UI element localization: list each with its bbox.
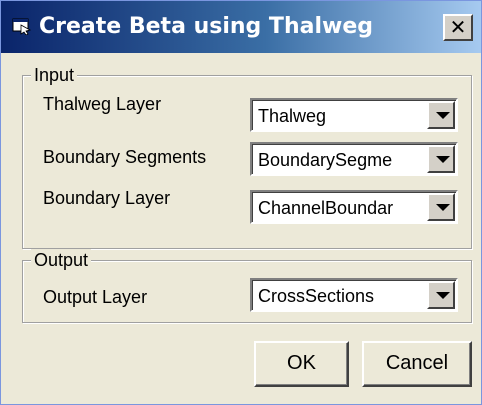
ok-button[interactable]: OK <box>254 341 349 387</box>
boundary-segments-label: Boundary Segments <box>43 147 207 167</box>
boundary-segments-dropdown-button[interactable] <box>427 145 455 173</box>
cancel-button[interactable]: Cancel <box>362 341 472 387</box>
close-icon: ✕ <box>449 15 467 39</box>
boundary-layer-dropdown-button[interactable] <box>427 193 455 221</box>
thalweg-layer-dropdown[interactable]: Thalweg <box>250 98 458 132</box>
title-bar[interactable]: Create Beta using Thalweg ✕ <box>1 1 481 53</box>
output-layer-value: CrossSections <box>258 286 375 306</box>
chevron-down-icon <box>436 292 450 299</box>
app-window-icon <box>12 18 32 35</box>
boundary-segments-dropdown[interactable]: BoundarySegme <box>250 142 458 176</box>
output-layer-label: Output Layer <box>43 287 148 307</box>
thalweg-layer-dropdown-button[interactable] <box>427 101 455 129</box>
thalweg-layer-value: Thalweg <box>258 106 327 126</box>
boundary-layer-value: ChannelBoundar <box>258 198 394 218</box>
chevron-down-icon <box>436 112 450 119</box>
dialog-window: Create Beta using Thalweg ✕ Input Thalwe… <box>0 0 482 405</box>
output-layer-dropdown-button[interactable] <box>427 281 455 309</box>
window-title: Create Beta using Thalweg <box>39 14 373 39</box>
boundary-layer-dropdown[interactable]: ChannelBoundar <box>250 190 458 224</box>
chevron-down-icon <box>436 204 450 211</box>
input-group-legend: Input <box>31 64 78 86</box>
boundary-layer-label: Boundary Layer <box>43 188 171 208</box>
boundary-segments-value: BoundarySegme <box>258 150 393 170</box>
chevron-down-icon <box>436 156 450 163</box>
output-layer-dropdown[interactable]: CrossSections <box>250 278 458 312</box>
output-group-legend: Output <box>31 249 92 271</box>
close-button[interactable]: ✕ <box>443 14 473 41</box>
thalweg-layer-label: Thalweg Layer <box>43 94 162 114</box>
